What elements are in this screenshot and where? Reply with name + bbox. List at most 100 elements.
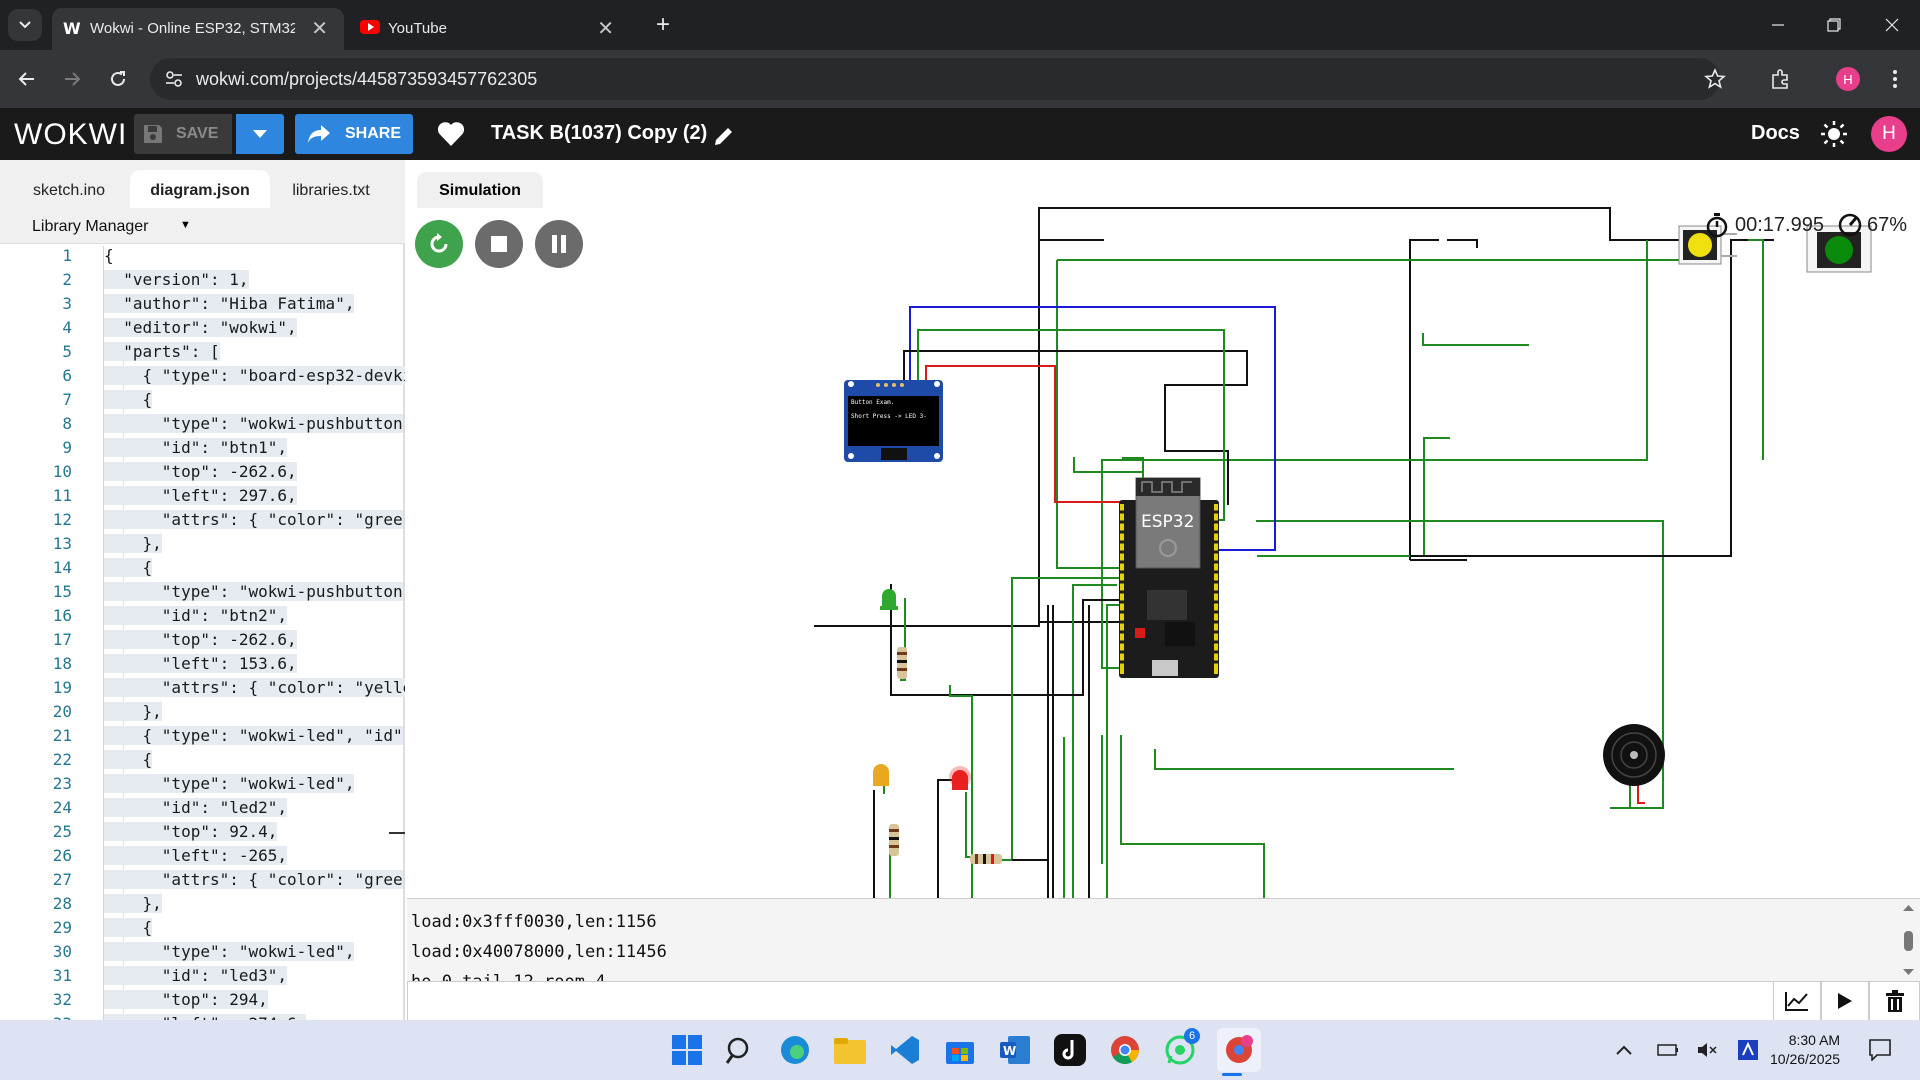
code-line[interactable]: 12 "attrs": { "color": "gree [0, 510, 405, 534]
tab-simulation[interactable]: Simulation [417, 172, 543, 208]
code-line[interactable]: 25 "top": 92.4, [0, 822, 405, 846]
tiktok-icon[interactable] [1052, 1032, 1088, 1068]
code-line[interactable]: 18 "left": 153.6, [0, 654, 405, 678]
tab-search-button[interactable] [8, 9, 42, 41]
code-line[interactable]: 11 "left": 297.6, [0, 486, 405, 510]
code-line[interactable]: 32 "top": 294, [0, 990, 405, 1014]
theme-toggle-sun-icon[interactable] [1820, 120, 1848, 148]
save-options-dropdown[interactable] [236, 114, 284, 154]
serial-output[interactable]: load:0x3fff0030,len:1156 load:0x40078000… [407, 899, 1897, 981]
share-button[interactable]: SHARE [295, 114, 413, 154]
code-line[interactable]: 29 { [0, 918, 405, 942]
chrome-icon[interactable] [1107, 1032, 1143, 1068]
restart-simulation-button[interactable] [415, 220, 463, 268]
code-line[interactable]: 27 "attrs": { "color": "gree [0, 870, 405, 894]
code-line[interactable]: 16 "id": "btn2", [0, 606, 405, 630]
system-clock[interactable]: 8:30 AM 10/26/2025 [1770, 1031, 1840, 1069]
edit-pencil-icon[interactable] [712, 124, 736, 148]
windows-taskbar: W 6 8:30 AM 10/26/2025 [0, 1020, 1920, 1080]
word-icon[interactable]: W [997, 1032, 1033, 1068]
code-line[interactable]: 31 "id": "led3", [0, 966, 405, 990]
code-line[interactable]: 8 "type": "wokwi-pushbutton [0, 414, 405, 438]
line-number: 19 [52, 678, 72, 697]
wokwi-logo[interactable]: WOKWI [14, 118, 127, 152]
code-line[interactable]: 24 "id": "led2", [0, 798, 405, 822]
minimize-button[interactable] [1758, 8, 1798, 42]
code-line[interactable]: 15 "type": "wokwi-pushbutton [0, 582, 405, 606]
stop-simulation-button[interactable] [475, 220, 523, 268]
serial-run-button[interactable] [1821, 981, 1869, 1021]
forward-button[interactable] [57, 64, 87, 94]
code-line[interactable]: 6 { "type": "board-esp32-devki [0, 366, 405, 390]
address-bar[interactable]: wokwi.com/projects/445873593457762305 [150, 58, 1726, 100]
windows-start-icon[interactable] [669, 1032, 705, 1068]
code-line[interactable]: 30 "type": "wokwi-led", [0, 942, 405, 966]
code-line[interactable]: 23 "type": "wokwi-led", [0, 774, 405, 798]
code-line[interactable]: 19 "attrs": { "color": "yelle [0, 678, 405, 702]
scrollbar-thumb[interactable] [389, 832, 405, 834]
close-tab-icon[interactable]: ✕ [311, 16, 328, 41]
code-line[interactable]: 3 "author": "Hiba Fatima", [0, 294, 405, 318]
circuit-diagram[interactable]: Button Exam. Short Press -> LED 3- ESP32 [407, 160, 1920, 898]
code-line[interactable]: 20 }, [0, 702, 405, 726]
bookmark-star-icon[interactable] [1704, 68, 1726, 90]
code-line[interactable]: 10 "top": -262.6, [0, 462, 405, 486]
user-avatar[interactable]: H [1871, 116, 1907, 152]
notification-center-icon[interactable] [1862, 1032, 1898, 1068]
code-line[interactable]: 28 }, [0, 894, 405, 918]
pause-simulation-button[interactable] [535, 220, 583, 268]
code-line[interactable]: 22 { [0, 750, 405, 774]
microsoft-store-icon[interactable] [942, 1032, 978, 1068]
code-line[interactable]: 4 "editor": "wokwi", [0, 318, 405, 342]
tab-libraries-txt[interactable]: libraries.txt [276, 170, 386, 208]
profile-avatar[interactable]: H [1836, 67, 1860, 91]
file-explorer-icon[interactable] [832, 1032, 868, 1068]
code-line[interactable]: 14 { [0, 558, 405, 582]
code-area[interactable]: 1{2 "version": 1, 3 "author": "Hiba Fatim… [0, 246, 405, 1020]
serial-input[interactable] [407, 981, 1773, 1021]
edge-browser-icon[interactable] [777, 1032, 813, 1068]
code-line[interactable]: 5 "parts": [ [0, 342, 405, 366]
restore-button[interactable] [1814, 8, 1854, 42]
tab-diagram-json[interactable]: diagram.json [130, 170, 270, 208]
new-tab-button[interactable]: + [650, 11, 676, 38]
chevron-up-icon[interactable] [1612, 1032, 1636, 1068]
serial-scrollbar[interactable] [1897, 899, 1920, 981]
code-line[interactable]: 13 }, [0, 534, 405, 558]
like-heart-icon[interactable] [437, 121, 465, 147]
code-line[interactable]: 2 "version": 1, [0, 270, 405, 294]
extensions-button[interactable] [1766, 64, 1796, 94]
code-text: "author": "Hiba Fatima", [104, 294, 355, 313]
chrome-profile-icon[interactable] [1217, 1028, 1261, 1072]
library-manager-bar[interactable]: Library Manager ▼ [0, 208, 405, 244]
code-line[interactable]: 17 "top": -262.6, [0, 630, 405, 654]
search-icon[interactable] [722, 1032, 758, 1068]
dropdown-caret-icon[interactable]: ▼ [180, 219, 191, 231]
code-line[interactable]: 7 { [0, 390, 405, 414]
close-tab-icon[interactable]: ✕ [597, 16, 614, 41]
back-button[interactable] [12, 64, 42, 94]
code-line[interactable]: 1{ [0, 246, 405, 270]
reload-button[interactable] [103, 64, 133, 94]
browser-tab-youtube[interactable]: YouTube ✕ [350, 8, 630, 50]
vscode-icon[interactable] [887, 1032, 923, 1068]
browser-tab-wokwi[interactable]: W Wokwi - Online ESP32, STM32, A ✕ [52, 8, 344, 50]
code-line[interactable]: 9 "id": "btn1", [0, 438, 405, 462]
chrome-menu-button[interactable] [1880, 64, 1910, 94]
speaker-muted-icon[interactable] [1696, 1032, 1720, 1068]
site-info-icon[interactable] [164, 69, 184, 89]
code-line[interactable]: 21 { "type": "wokwi-led", "id" [0, 726, 405, 750]
floppy-disk-icon [144, 125, 162, 143]
clear-serial-button[interactable] [1869, 981, 1920, 1021]
code-line[interactable]: 26 "left": -265, [0, 846, 405, 870]
save-button[interactable]: SAVE [134, 114, 232, 154]
battery-icon[interactable] [1656, 1032, 1680, 1068]
plotter-button[interactable] [1773, 981, 1821, 1021]
whatsapp-icon[interactable]: 6 [1162, 1028, 1200, 1068]
tray-app-icon[interactable] [1736, 1032, 1760, 1068]
library-manager-label[interactable]: Library Manager [32, 218, 149, 236]
close-window-button[interactable] [1872, 8, 1912, 42]
tab-sketch-ino[interactable]: sketch.ino [14, 170, 124, 208]
project-title[interactable]: TASK B(1037) Copy (2) [491, 122, 707, 145]
docs-link[interactable]: Docs [1751, 122, 1800, 145]
